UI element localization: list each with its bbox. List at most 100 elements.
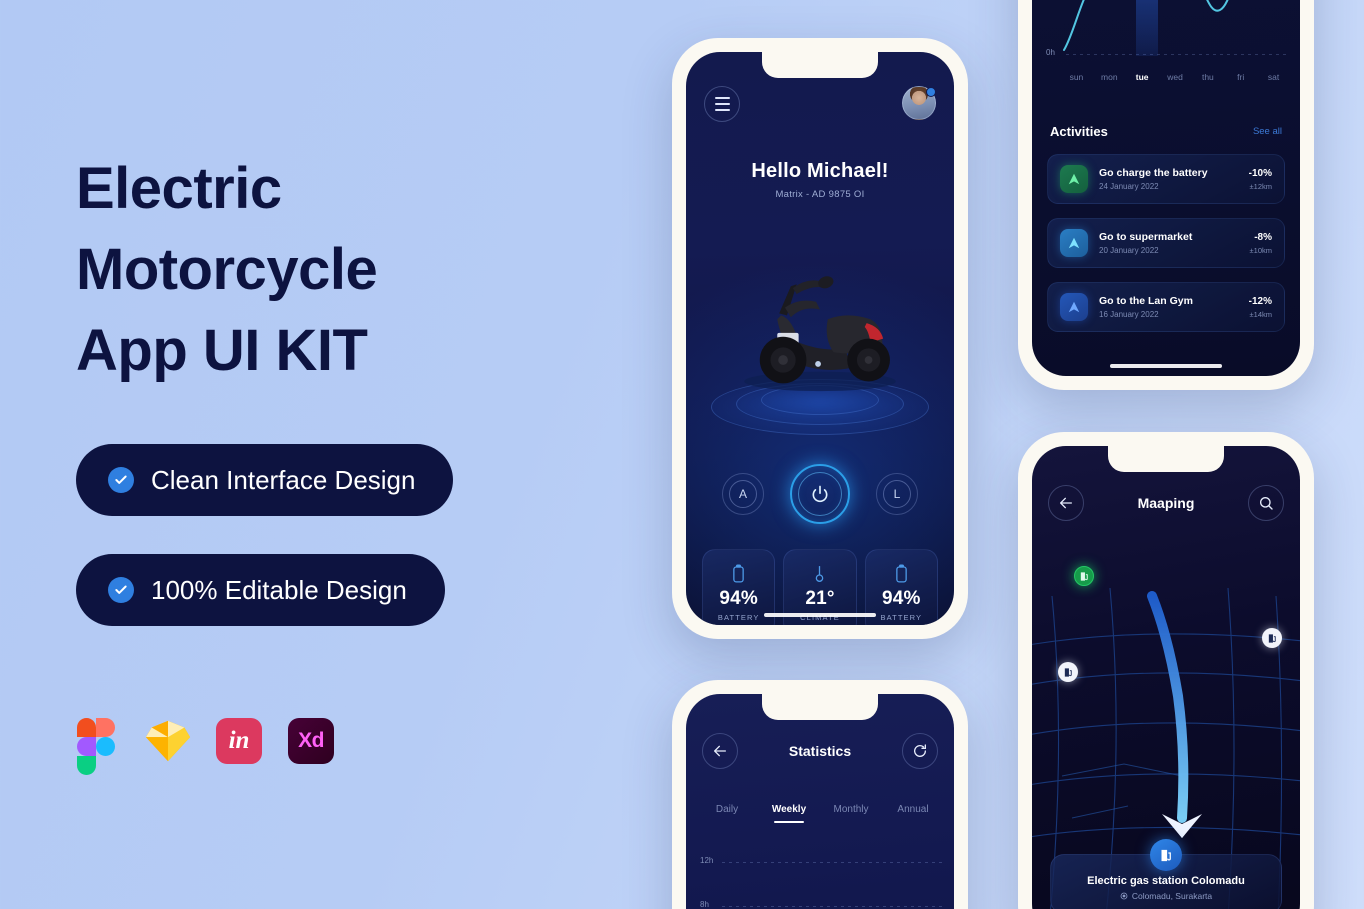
power-button[interactable] bbox=[790, 464, 850, 524]
statistics-topbar: Statistics bbox=[702, 732, 938, 770]
activity-item[interactable]: Go to the Lan Gym 16 January 2022 -12% ±… bbox=[1047, 282, 1285, 332]
headline-line-2: Motorcycle bbox=[76, 237, 378, 302]
chart-day-mon[interactable]: mon bbox=[1093, 72, 1126, 82]
station-info-card[interactable]: Electric gas station Colomadu Colomadu, … bbox=[1050, 839, 1282, 909]
phone-home: Hello Michael! Matrix - AD 9875 OI A L 9… bbox=[672, 38, 968, 639]
map-marker-station[interactable] bbox=[1262, 628, 1282, 648]
phone-activities: 4h 0h sun mon tue wed thu fri sat bbox=[1018, 0, 1314, 390]
check-circle-icon bbox=[108, 467, 134, 493]
lock-mode-button[interactable]: L bbox=[876, 473, 918, 515]
hero-panel: Electric Motorcycle App UI KIT Clean Int… bbox=[0, 0, 575, 909]
chart-day-thu[interactable]: thu bbox=[1191, 72, 1224, 82]
stat-value: 94% bbox=[719, 587, 758, 609]
feature-badge-list: Clean Interface Design 100% Editable Des… bbox=[76, 444, 454, 664]
phone-statistics: Statistics Daily Weekly Monthly Annual 1… bbox=[672, 680, 968, 909]
stat-label: BATTERY bbox=[717, 612, 760, 622]
avatar[interactable] bbox=[902, 86, 936, 120]
notification-dot bbox=[926, 87, 936, 97]
home-topbar bbox=[704, 86, 936, 124]
figma-icon bbox=[72, 718, 120, 775]
adobe-xd-icon: Xd bbox=[288, 718, 336, 766]
hamburger-menu-icon[interactable] bbox=[704, 86, 740, 122]
battery-icon bbox=[895, 563, 908, 585]
arrow-left-icon[interactable] bbox=[1048, 485, 1084, 521]
phone-map: Maaping Electric gas station Colomadu Co… bbox=[1018, 432, 1314, 909]
adobe-xd-label: Xd bbox=[288, 718, 334, 764]
activity-date: 20 January 2022 bbox=[1099, 246, 1159, 255]
statistics-title: Statistics bbox=[788, 743, 852, 759]
page-title: Electric Motorcycle App UI KIT bbox=[76, 148, 546, 391]
statistics-tabs: Daily Weekly Monthly Annual bbox=[696, 804, 944, 823]
feature-badge-editable[interactable]: 100% Editable Design bbox=[76, 554, 445, 626]
battery-icon bbox=[732, 563, 745, 585]
vehicle-subtitle: Matrix - AD 9875 OI bbox=[775, 189, 865, 200]
activity-item[interactable]: Go charge the battery 24 January 2022 -1… bbox=[1047, 154, 1285, 204]
activity-date: 16 January 2022 bbox=[1099, 310, 1159, 319]
refresh-icon[interactable] bbox=[902, 733, 938, 769]
phone-notch bbox=[762, 694, 878, 720]
station-location: Colomadu, Surakarta bbox=[1131, 891, 1213, 901]
motorcycle-image bbox=[744, 276, 896, 392]
activity-percent: -10% bbox=[1248, 167, 1272, 179]
activity-title: Go to the Lan Gym bbox=[1099, 295, 1193, 307]
chart-day-sat[interactable]: sat bbox=[1257, 72, 1290, 82]
headline-line-3: App UI KIT bbox=[76, 318, 368, 383]
home-indicator bbox=[1110, 364, 1222, 368]
feature-badge-clean-interface[interactable]: Clean Interface Design bbox=[76, 444, 454, 516]
greeting-block: Hello Michael! Matrix - AD 9875 OI bbox=[686, 160, 954, 200]
control-buttons: A L bbox=[686, 464, 954, 524]
greeting-title: Hello Michael! bbox=[751, 160, 889, 182]
station-name: Electric gas station Colomadu bbox=[1087, 875, 1245, 887]
tab-weekly[interactable]: Weekly bbox=[758, 804, 820, 823]
map-title: Maaping bbox=[1137, 495, 1195, 511]
tab-monthly[interactable]: Monthly bbox=[820, 804, 882, 823]
tab-daily[interactable]: Daily bbox=[696, 804, 758, 823]
gas-pump-icon bbox=[1150, 839, 1182, 871]
map-marker-station-active[interactable] bbox=[1074, 566, 1094, 586]
navigation-arrow-icon bbox=[1060, 165, 1088, 193]
stat-value: 94% bbox=[882, 587, 921, 609]
activity-distance: ±10km bbox=[1249, 245, 1272, 255]
activity-date: 24 January 2022 bbox=[1099, 182, 1159, 191]
stat-label: BATTERY bbox=[880, 612, 923, 622]
activities-screen: 4h 0h sun mon tue wed thu fri sat bbox=[1032, 0, 1300, 376]
thermometer-icon bbox=[813, 563, 826, 585]
lock-mode-label: L bbox=[883, 480, 911, 508]
tab-annual[interactable]: Annual bbox=[882, 804, 944, 823]
chart-day-tue[interactable]: tue bbox=[1126, 72, 1159, 82]
phone-notch bbox=[1108, 446, 1224, 472]
activities-list: Go charge the battery 24 January 2022 -1… bbox=[1047, 154, 1285, 346]
power-icon bbox=[798, 472, 842, 516]
station-location-row: Colomadu, Surakarta bbox=[1120, 891, 1212, 901]
chart-day-fri[interactable]: fri bbox=[1224, 72, 1257, 82]
activity-distance: ±14km bbox=[1249, 309, 1272, 319]
chart-day-wed[interactable]: wed bbox=[1159, 72, 1192, 82]
activity-title: Go charge the battery bbox=[1099, 167, 1208, 179]
phone-notch bbox=[762, 52, 878, 78]
motorcycle-stage bbox=[686, 207, 954, 437]
check-circle-icon bbox=[108, 577, 134, 603]
chart-day-sun[interactable]: sun bbox=[1060, 72, 1093, 82]
activity-item[interactable]: Go to supermarket 20 January 2022 -8% ±1… bbox=[1047, 218, 1285, 268]
statistics-screen: Statistics Daily Weekly Monthly Annual 1… bbox=[686, 694, 954, 909]
invision-label: in bbox=[216, 718, 262, 764]
navigation-arrow-icon bbox=[1060, 293, 1088, 321]
statistics-chart: 12h 8h bbox=[686, 844, 954, 909]
home-screen: Hello Michael! Matrix - AD 9875 OI A L 9… bbox=[686, 52, 954, 625]
activities-chart: 4h 0h bbox=[1032, 0, 1300, 64]
activity-title: Go to supermarket bbox=[1099, 231, 1193, 243]
activities-header: Activities See all bbox=[1050, 124, 1282, 139]
map-screen: Maaping Electric gas station Colomadu Co… bbox=[1032, 446, 1300, 909]
search-icon[interactable] bbox=[1248, 485, 1284, 521]
stat-value: 21° bbox=[805, 587, 835, 609]
activities-title: Activities bbox=[1050, 124, 1108, 139]
map-pin-icon bbox=[1120, 892, 1128, 900]
tool-logo-list: in Xd bbox=[72, 718, 336, 775]
map-marker-station[interactable] bbox=[1058, 662, 1078, 682]
home-indicator bbox=[764, 613, 876, 617]
see-all-link[interactable]: See all bbox=[1253, 126, 1282, 137]
auto-mode-label: A bbox=[729, 480, 757, 508]
activities-chart-days: sun mon tue wed thu fri sat bbox=[1060, 72, 1290, 82]
auto-mode-button[interactable]: A bbox=[722, 473, 764, 515]
arrow-left-icon[interactable] bbox=[702, 733, 738, 769]
